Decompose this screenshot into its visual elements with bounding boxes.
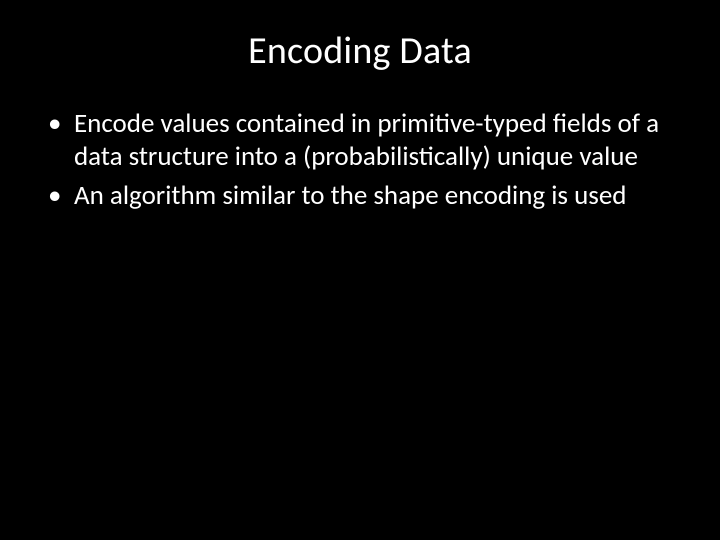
bullet-list: Encode values contained in primitive-typ…: [36, 108, 684, 213]
list-item: An algorithm similar to the shape encodi…: [44, 180, 684, 213]
slide: Encoding Data Encode values contained in…: [0, 0, 720, 540]
slide-title: Encoding Data: [36, 28, 684, 74]
list-item: Encode values contained in primitive-typ…: [44, 108, 684, 174]
